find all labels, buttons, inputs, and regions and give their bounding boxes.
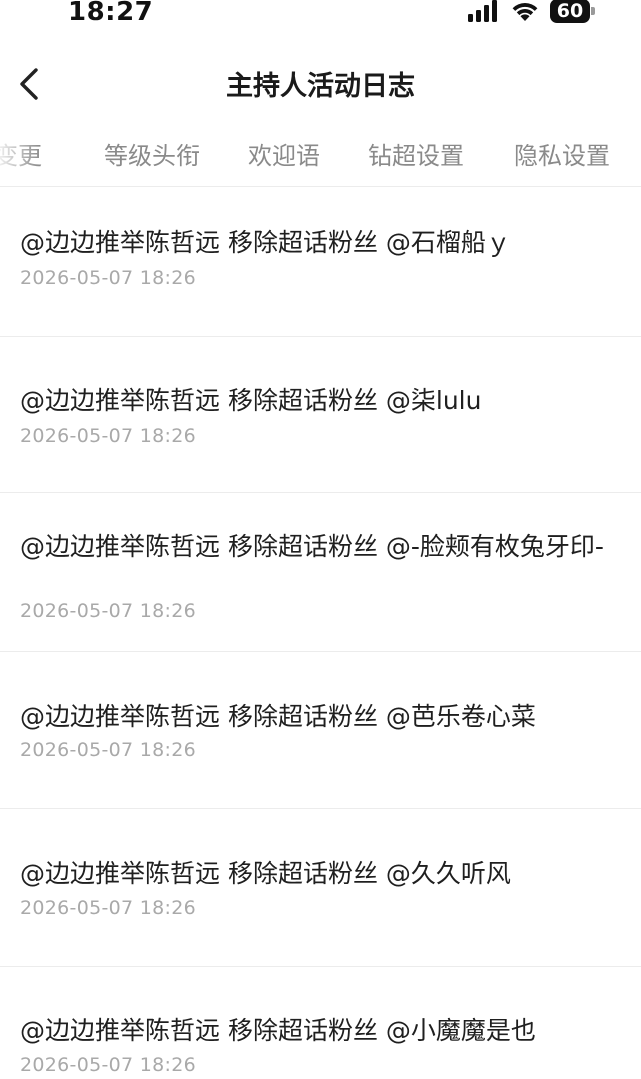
battery-icon: 60 (550, 0, 596, 23)
status-bar: 18:27 60 (0, 0, 641, 30)
nav-bar: 主持人活动日志 (0, 50, 641, 114)
log-text: @边边推举陈哲远 移除超话粉丝 @石榴船ｙ (20, 228, 511, 257)
log-time: 2026-05-07 18:26 (20, 425, 197, 447)
log-time: 2026-05-07 18:26 (20, 267, 197, 289)
log-text: @边边推举陈哲远 移除超话粉丝 @-脸颊有枚兔牙印- (20, 532, 604, 561)
wifi-icon (512, 3, 538, 21)
log-text: @边边推举陈哲远 移除超话粉丝 @柒lulu (20, 386, 482, 415)
status-time: 18:27 (68, 0, 154, 27)
tab-welcome[interactable]: 欢迎语 (248, 136, 320, 171)
signal-icon (468, 0, 497, 22)
list-item[interactable]: @边边推举陈哲远 移除超话粉丝 @小魔魔是也 2026-05-07 18:26 (0, 967, 641, 1079)
tab-privacy-settings[interactable]: 隐私设置 (514, 136, 610, 171)
log-text: @边边推举陈哲远 移除超话粉丝 @久久听风 (20, 859, 511, 888)
battery-cap (591, 7, 595, 15)
battery-level: 60 (556, 0, 584, 22)
list-item[interactable]: @边边推举陈哲远 移除超话粉丝 @芭乐卷心菜 2026-05-07 18:26 (0, 652, 641, 809)
log-text: @边边推举陈哲远 移除超话粉丝 @芭乐卷心菜 (20, 702, 536, 731)
tab-diamond-settings[interactable]: 钻超设置 (368, 136, 464, 171)
tab-level-title[interactable]: 等级头衔 (104, 136, 200, 171)
list-item[interactable]: @边边推举陈哲远 移除超话粉丝 @石榴船ｙ 2026-05-07 18:26 (0, 187, 641, 337)
list-item[interactable]: @边边推举陈哲远 移除超话粉丝 @久久听风 2026-05-07 18:26 (0, 809, 641, 967)
tab-change[interactable]: 变更 (0, 136, 42, 171)
log-time: 2026-05-07 18:26 (20, 739, 197, 761)
log-time: 2026-05-07 18:26 (20, 1054, 197, 1076)
tab-bar: 变更 等级头衔 欢迎语 钻超设置 隐私设置 (0, 120, 641, 187)
log-time: 2026-05-07 18:26 (20, 897, 197, 919)
page-title: 主持人活动日志 (226, 71, 415, 102)
log-text: @边边推举陈哲远 移除超话粉丝 @小魔魔是也 (20, 1016, 536, 1045)
list-item[interactable]: @边边推举陈哲远 移除超话粉丝 @柒lulu 2026-05-07 18:26 (0, 337, 641, 493)
list-item[interactable]: @边边推举陈哲远 移除超话粉丝 @-脸颊有枚兔牙印- 2026-05-07 18… (0, 493, 641, 652)
log-time: 2026-05-07 18:26 (20, 600, 197, 622)
